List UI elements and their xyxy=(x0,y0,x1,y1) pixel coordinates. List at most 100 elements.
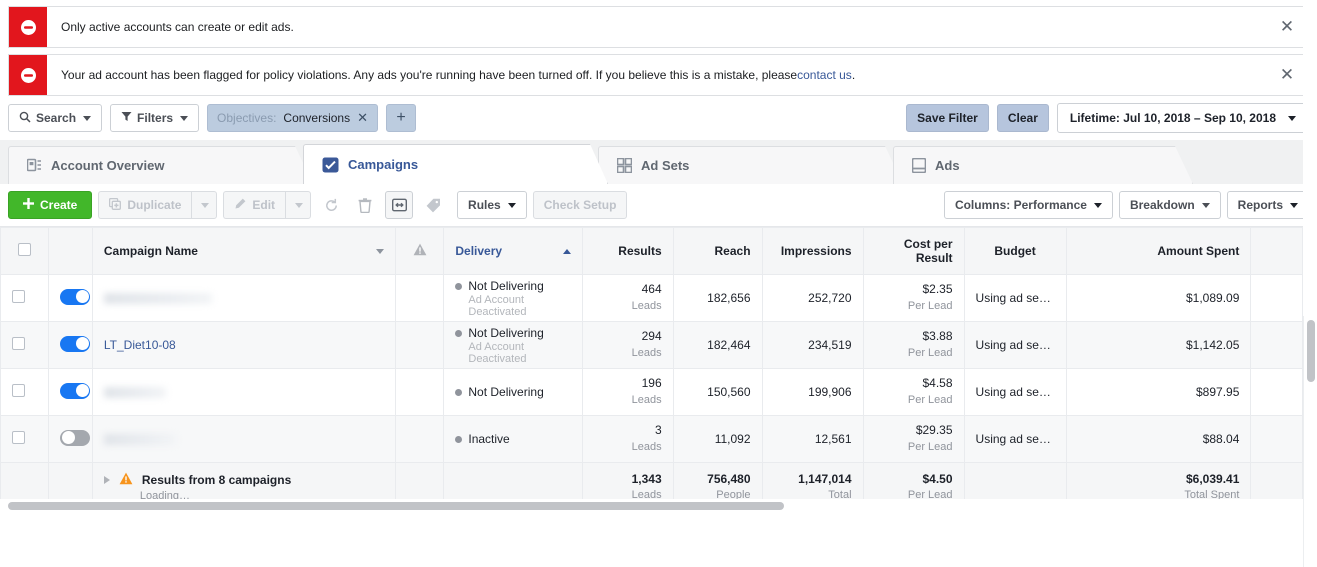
campaign-status-toggle[interactable] xyxy=(60,288,91,305)
campaign-status-toggle[interactable] xyxy=(60,382,91,399)
create-button[interactable]: Create xyxy=(8,191,93,219)
tab-ad-sets[interactable]: Ad Sets xyxy=(598,146,903,184)
table-row[interactable]: Not Delivering 196 Leads 150,560 199,906… xyxy=(0,368,1303,416)
block-icon xyxy=(9,7,47,47)
table-row[interactable]: Inactive 3 Leads 11,092 12,561 $29.35 Pe… xyxy=(0,415,1303,463)
close-icon[interactable]: ✕ xyxy=(1266,55,1308,95)
header-delivery[interactable]: Delivery xyxy=(443,227,583,275)
results-unit: Leads xyxy=(631,441,662,454)
results-unit: Leads xyxy=(631,347,662,360)
cost-unit: Per Lead xyxy=(907,300,953,313)
clear-filter-button[interactable]: Clear xyxy=(996,104,1049,132)
create-button-label: Create xyxy=(40,198,78,212)
trash-icon[interactable] xyxy=(351,191,379,219)
campaign-status-toggle[interactable] xyxy=(60,429,91,446)
budget-cell[interactable]: Using ad se… xyxy=(963,321,1067,369)
campaign-name-cell[interactable] xyxy=(91,368,396,416)
row-warning-cell xyxy=(394,321,445,369)
cost-unit: Per Lead xyxy=(907,347,953,360)
campaign-name-cell[interactable] xyxy=(91,274,396,322)
filter-chip-objectives[interactable]: Objectives: Conversions ✕ xyxy=(207,104,379,132)
row-checkbox[interactable] xyxy=(12,431,25,444)
rules-button[interactable]: Rules xyxy=(457,191,527,219)
row-checkbox[interactable] xyxy=(12,337,25,350)
select-all-checkbox[interactable] xyxy=(18,243,32,256)
horizontal-scrollbar-thumb[interactable] xyxy=(8,502,784,510)
table-row[interactable]: Not Delivering Ad Account Deactivated 46… xyxy=(0,274,1303,322)
reach-cell: 182,464 xyxy=(672,321,763,369)
horizontal-scrollbar[interactable] xyxy=(0,499,1303,512)
cost-value: $29.35 xyxy=(915,423,953,438)
reports-button[interactable]: Reports xyxy=(1226,191,1309,219)
tab-account-overview[interactable]: Account Overview xyxy=(8,146,313,184)
expand-totals-icon[interactable] xyxy=(103,476,110,484)
budget-cell[interactable]: Using ad se… xyxy=(963,368,1067,416)
vertical-scrollbar[interactable] xyxy=(1303,316,1317,567)
row-checkbox[interactable] xyxy=(12,290,25,303)
budget-cell[interactable]: Using ad se… xyxy=(963,274,1067,322)
header-spacer xyxy=(1250,227,1303,275)
header-cost-line1: Cost per xyxy=(903,237,953,251)
filters-button-label: Filters xyxy=(137,111,174,125)
block-icon xyxy=(9,55,47,95)
date-range-picker[interactable]: Lifetime: Jul 10, 2018 – Sep 10, 2018 xyxy=(1056,103,1309,133)
vertical-scrollbar-thumb[interactable] xyxy=(1307,320,1315,382)
close-icon[interactable]: ✕ xyxy=(1266,7,1308,47)
tab-label-account-overview: Account Overview xyxy=(51,158,165,173)
campaign-name-cell[interactable] xyxy=(91,415,396,463)
impressions-cell: 12,561 xyxy=(761,415,864,463)
delivery-cell: Not Delivering Ad Account Deactivated xyxy=(443,274,583,322)
reach-cell: 182,656 xyxy=(672,274,763,322)
tab-ads[interactable]: Ads xyxy=(893,146,1193,184)
header-results[interactable]: Results xyxy=(581,227,674,275)
header-amount-spent[interactable]: Amount Spent xyxy=(1065,227,1252,275)
row-checkbox-cell xyxy=(0,368,50,416)
campaign-name-blurred xyxy=(103,386,166,398)
duplicate-split-button: Duplicate xyxy=(98,191,218,219)
header-campaign-name[interactable]: Campaign Name xyxy=(91,227,396,275)
status-dot xyxy=(455,389,463,397)
add-filter-button[interactable]: + xyxy=(386,104,417,132)
breakdown-button[interactable]: Breakdown xyxy=(1118,191,1221,219)
totals-reach-value: 756,480 xyxy=(707,471,751,486)
row-checkbox[interactable] xyxy=(12,384,25,397)
table-header-row: Campaign Name Delivery Results Reach Imp… xyxy=(0,227,1303,275)
campaign-name-cell[interactable]: LT_Diet10-08 xyxy=(91,321,396,369)
filters-button[interactable]: Filters xyxy=(110,104,200,132)
campaigns-table-wrapper: Campaign Name Delivery Results Reach Imp… xyxy=(0,227,1317,512)
save-filter-button[interactable]: Save Filter xyxy=(906,104,989,132)
budget-cell[interactable]: Using ad se… xyxy=(963,415,1067,463)
alert-banner-policy: Your ad account has been flagged for pol… xyxy=(8,54,1309,96)
plus-icon xyxy=(23,198,34,212)
results-cell: 3 Leads xyxy=(581,415,674,463)
delivery-cell: Inactive xyxy=(443,415,583,463)
ab-test-icon[interactable] xyxy=(385,191,414,219)
delivery-cell: Not Delivering xyxy=(443,368,583,416)
tab-campaigns[interactable]: Campaigns xyxy=(303,144,608,184)
edit-dropdown-button xyxy=(285,191,312,219)
header-cost-per-result[interactable]: Cost per Result xyxy=(862,227,965,275)
tag-icon[interactable] xyxy=(419,191,447,219)
search-button[interactable]: Search xyxy=(8,104,103,132)
row-warning-cell xyxy=(394,415,445,463)
header-impressions[interactable]: Impressions xyxy=(761,227,864,275)
chevron-down-icon xyxy=(1201,202,1210,208)
campaign-name-link[interactable]: LT_Diet10-08 xyxy=(104,338,176,352)
remove-filter-icon[interactable]: ✕ xyxy=(357,110,368,126)
alert-text-accounts: Only active accounts can create or edit … xyxy=(61,20,294,34)
ads-manager-page: Only active accounts can create or edit … xyxy=(0,6,1317,567)
header-budget[interactable]: Budget xyxy=(963,227,1067,275)
header-reach[interactable]: Reach xyxy=(672,227,763,275)
row-end-cell xyxy=(1250,368,1303,416)
totals-label: Results from 8 campaigns xyxy=(141,473,292,487)
contact-us-link[interactable]: contact us xyxy=(797,68,852,82)
account-overview-icon xyxy=(27,158,42,173)
duplicate-dropdown-button xyxy=(191,191,218,219)
results-unit: Leads xyxy=(631,300,662,313)
chevron-down-icon xyxy=(201,202,210,208)
campaign-status-toggle[interactable] xyxy=(60,335,91,352)
amount-spent-cell: $897.95 xyxy=(1065,368,1252,416)
columns-button[interactable]: Columns: Performance xyxy=(943,191,1113,219)
table-row[interactable]: LT_Diet10-08 Not Delivering Ad Account D… xyxy=(0,321,1303,369)
refresh-icon[interactable] xyxy=(317,191,345,219)
